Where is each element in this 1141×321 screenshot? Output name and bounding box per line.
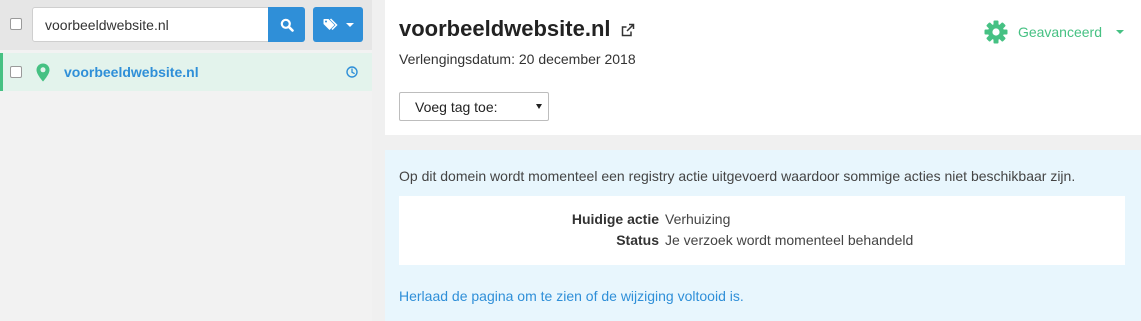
tag-icon (323, 18, 338, 31)
current-action-value: Verhuizing (665, 211, 731, 227)
chevron-down-icon (345, 22, 354, 27)
notice-text: Op dit domein wordt momenteel een regist… (399, 168, 1076, 184)
advanced-menu-label: Geavanceerd (1017, 24, 1102, 40)
chevron-down-icon (1116, 30, 1124, 34)
add-tag-select[interactable]: Voeg tag toe: (399, 92, 549, 121)
search-icon (280, 18, 294, 32)
domain-row-checkbox[interactable] (10, 66, 22, 78)
sidebar-toolbar (0, 0, 372, 50)
status-value: Je verzoek wordt momenteel behandeld (665, 232, 914, 248)
select-arrow-icon (536, 104, 542, 109)
status-label: Status (616, 232, 659, 248)
external-link-icon[interactable] (621, 23, 635, 37)
select-all-checkbox[interactable] (10, 18, 22, 30)
registry-action-notice: Op dit domein wordt momenteel een regist… (385, 150, 1141, 321)
domain-list-item[interactable]: voorbeeldwebsite.nl (0, 53, 372, 91)
search-button[interactable] (268, 7, 305, 42)
reload-link[interactable]: Herlaad de pagina om te zien of de wijzi… (399, 288, 744, 304)
add-tag-select-value: Voeg tag toe: (415, 99, 498, 115)
gear-icon (984, 20, 1008, 44)
domain-header-card: voorbeeldwebsite.nl Verlengingsdatum: 20… (385, 0, 1141, 135)
domain-sidebar: voorbeeldwebsite.nl (0, 0, 372, 321)
map-pin-icon (36, 63, 50, 82)
page-title: voorbeeldwebsite.nl (399, 16, 611, 41)
search-input[interactable] (32, 7, 270, 42)
current-action-label: Huidige actie (571, 211, 659, 227)
domain-list-item-label[interactable]: voorbeeldwebsite.nl (64, 64, 199, 80)
action-details: Huidige actie Verhuizing Status Je verzo… (399, 196, 1125, 265)
tag-filter-button[interactable] (313, 7, 363, 42)
advanced-menu-button[interactable]: Geavanceerd (984, 20, 1124, 44)
clock-icon (346, 66, 358, 78)
renewal-date: Verlengingsdatum: 20 december 2018 (399, 51, 636, 67)
